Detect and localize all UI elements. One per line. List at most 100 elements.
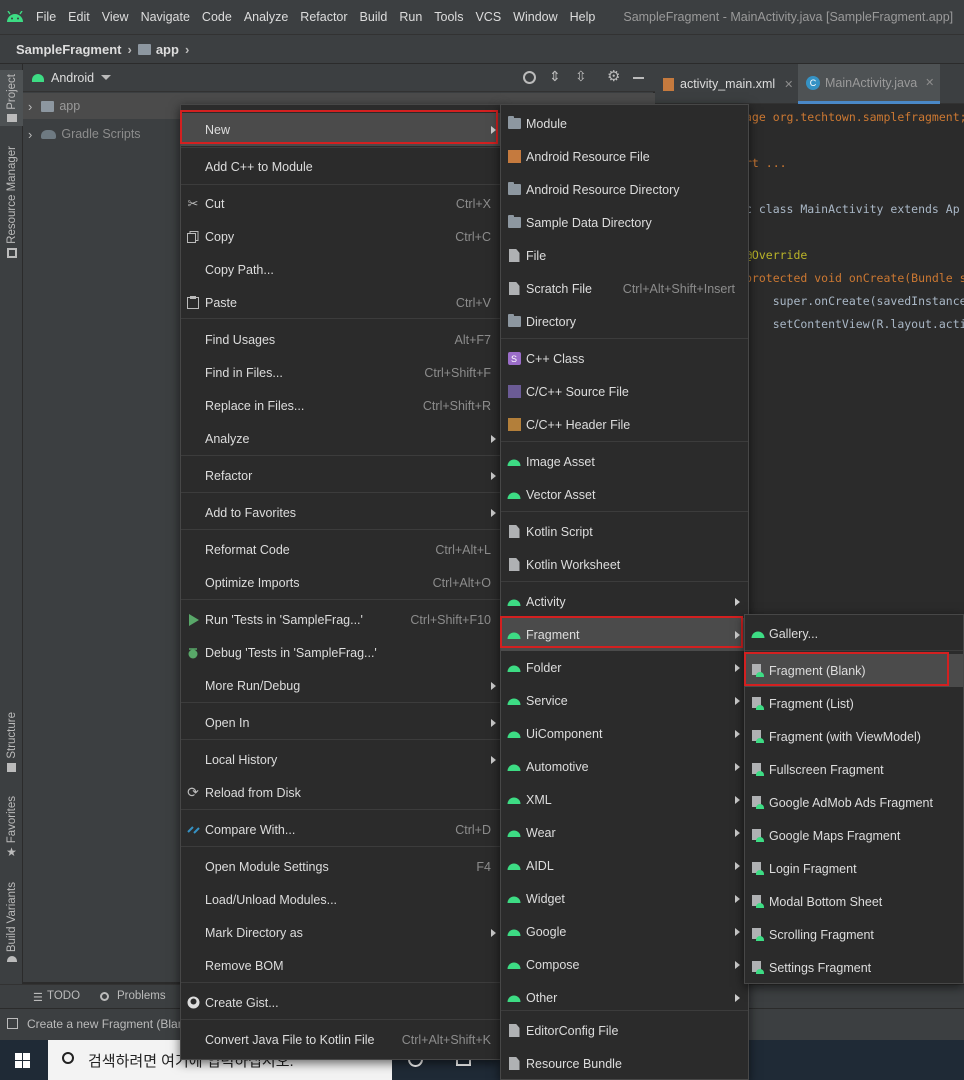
new-menu-item-editorconfig-file[interactable]: EditorConfig File (501, 1014, 748, 1047)
minimize-icon[interactable] (633, 77, 644, 79)
new-menu-item-image-asset[interactable]: Image Asset (501, 445, 748, 478)
new-menu-item-scratch-file[interactable]: Scratch File Ctrl+Alt+Shift+Insert (501, 272, 748, 305)
new-menu-item-kotlin-worksheet[interactable]: Kotlin Worksheet (501, 548, 748, 581)
context-menu-item-paste[interactable]: Paste Ctrl+V (181, 286, 500, 319)
new-menu-item-module[interactable]: Module (501, 107, 748, 140)
context-menu-item-replace-in-files[interactable]: Replace in Files... Ctrl+Shift+R (181, 389, 500, 422)
context-menu-item-copy-path[interactable]: Copy Path... (181, 253, 500, 286)
menu-view[interactable]: View (96, 0, 135, 34)
menu-code[interactable]: Code (196, 0, 238, 34)
menu-tools[interactable]: Tools (428, 0, 469, 34)
context-menu-item-add-c-to-module[interactable]: Add C++ to Module (181, 150, 500, 183)
fragment-menu-item-scrolling-fragment[interactable]: Scrolling Fragment (745, 918, 963, 951)
fragment-menu-item-google-admob-ads-fragment[interactable]: Google AdMob Ads Fragment (745, 786, 963, 819)
new-menu-item-kotlin-script[interactable]: Kotlin Script (501, 515, 748, 548)
menu-run[interactable]: Run (393, 0, 428, 34)
chevron-down-icon[interactable] (101, 75, 112, 80)
new-menu-item-sample-data-directory[interactable]: Sample Data Directory (501, 206, 748, 239)
fragment-menu-item-fragment-list[interactable]: Fragment (List) (745, 687, 963, 720)
tree-item-gradle-scripts[interactable]: › Gradle Scripts (23, 121, 141, 147)
new-menu-item-widget[interactable]: Widget (501, 882, 748, 915)
context-menu-item-run-tests-in-samplefrag[interactable]: Run 'Tests in 'SampleFrag...' Ctrl+Shift+… (181, 603, 500, 636)
context-menu-item-analyze[interactable]: Analyze (181, 422, 500, 455)
new-menu-item-automotive[interactable]: Automotive (501, 750, 748, 783)
collapse-all-icon[interactable]: ⇳ (575, 68, 587, 85)
new-menu-item-other[interactable]: Other (501, 981, 748, 1014)
new-menu-item-fragment[interactable]: Fragment (501, 618, 748, 651)
context-menu-item-find-in-files[interactable]: Find in Files... Ctrl+Shift+F (181, 356, 500, 389)
new-menu-item-aidl[interactable]: AIDL (501, 849, 748, 882)
new-menu-item-c-c-source-file[interactable]: C/C++ Source File (501, 375, 748, 408)
tool-tab-build-variants[interactable]: Build Variants (0, 882, 23, 963)
tab-mainactivity-java[interactable]: C MainActivity.java ✕ (798, 64, 940, 104)
menu-file[interactable]: File (30, 0, 62, 34)
menu-vcs[interactable]: VCS (469, 0, 507, 34)
project-view-selector[interactable]: Android (51, 71, 94, 85)
fragment-menu-item-fullscreen-fragment[interactable]: Fullscreen Fragment (745, 753, 963, 786)
menu-window[interactable]: Window (507, 0, 563, 34)
fragment-menu-item-google-maps-fragment[interactable]: Google Maps Fragment (745, 819, 963, 852)
context-menu-item-find-usages[interactable]: Find Usages Alt+F7 (181, 323, 500, 356)
new-menu-item-activity[interactable]: Activity (501, 585, 748, 618)
context-menu-item-mark-directory-as[interactable]: Mark Directory as (181, 916, 500, 949)
context-menu-item-refactor[interactable]: Refactor (181, 459, 500, 492)
context-menu-item-compare-with[interactable]: Compare With... Ctrl+D (181, 813, 500, 846)
fragment-menu-item-modal-bottom-sheet[interactable]: Modal Bottom Sheet (745, 885, 963, 918)
new-menu-item-resource-bundle[interactable]: Resource Bundle (501, 1047, 748, 1080)
context-menu-item-debug-tests-in-samplefrag[interactable]: Debug 'Tests in 'SampleFrag...' (181, 636, 500, 669)
new-menu-item-file[interactable]: File (501, 239, 748, 272)
fragment-menu-item-gallery[interactable]: Gallery... (745, 617, 963, 650)
new-menu-item-compose[interactable]: Compose (501, 948, 748, 981)
new-menu-item-google[interactable]: Google (501, 915, 748, 948)
breadcrumb-project[interactable]: SampleFragment (16, 42, 121, 57)
context-menu-item-new[interactable]: New (181, 113, 500, 146)
menu-refactor[interactable]: Refactor (294, 0, 353, 34)
context-menu-item-local-history[interactable]: Local History (181, 743, 500, 776)
context-menu-item-copy[interactable]: Copy Ctrl+C (181, 220, 500, 253)
expand-all-icon[interactable]: ⇕ (549, 68, 561, 85)
tool-tab-project[interactable]: Project (0, 70, 23, 126)
gear-icon[interactable]: ⚙ (607, 67, 620, 85)
context-menu-item-add-to-favorites[interactable]: Add to Favorites (181, 496, 500, 529)
fragment-menu-item-fragment-with-viewmodel[interactable]: Fragment (with ViewModel) (745, 720, 963, 753)
context-menu-item-reformat-code[interactable]: Reformat Code Ctrl+Alt+L (181, 533, 500, 566)
menu-help[interactable]: Help (564, 0, 602, 34)
context-menu-item-more-run-debug[interactable]: More Run/Debug (181, 669, 500, 702)
menu-navigate[interactable]: Navigate (135, 0, 196, 34)
menu-edit[interactable]: Edit (62, 0, 96, 34)
new-menu-item-xml[interactable]: XML (501, 783, 748, 816)
context-menu-item-convert-java-file-to-kotlin-file[interactable]: Convert Java File to Kotlin File Ctrl+Alt… (181, 1023, 500, 1056)
tool-tab-todo[interactable]: TODO (47, 990, 80, 1002)
context-menu-item-cut[interactable]: ✂ Cut Ctrl+X (181, 187, 500, 220)
new-menu-item-android-resource-directory[interactable]: Android Resource Directory (501, 173, 748, 206)
context-menu-item-load-unload-modules[interactable]: Load/Unload Modules... (181, 883, 500, 916)
new-menu-item-directory[interactable]: Directory (501, 305, 748, 338)
new-menu-item-uicomponent[interactable]: UiComponent (501, 717, 748, 750)
close-icon[interactable]: ✕ (925, 76, 934, 89)
tool-tab-resource-manager[interactable]: Resource Manager (0, 146, 23, 258)
breadcrumb-module[interactable]: app (156, 42, 179, 57)
tool-tab-favorites[interactable]: Favorites ★ (0, 796, 23, 859)
context-menu-item-create-gist[interactable]: Create Gist... (181, 986, 500, 1019)
menu-analyze[interactable]: Analyze (238, 0, 294, 34)
new-menu-item-wear[interactable]: Wear (501, 816, 748, 849)
new-menu-item-service[interactable]: Service (501, 684, 748, 717)
locate-icon[interactable] (523, 71, 536, 84)
context-menu-item-open-module-settings[interactable]: Open Module Settings F4 (181, 850, 500, 883)
close-icon[interactable]: ✕ (784, 78, 793, 91)
new-menu-item-c-c-header-file[interactable]: C/C++ Header File (501, 408, 748, 441)
fragment-menu-item-fragment-blank[interactable]: Fragment (Blank) (745, 654, 963, 687)
new-menu-item-vector-asset[interactable]: Vector Asset (501, 478, 748, 511)
tool-tab-structure[interactable]: Structure (0, 712, 23, 772)
context-menu-item-remove-bom[interactable]: Remove BOM (181, 949, 500, 982)
context-menu-item-reload-from-disk[interactable]: ⟳ Reload from Disk (181, 776, 500, 809)
tool-tab-problems[interactable]: Problems (117, 990, 166, 1002)
fragment-menu-item-settings-fragment[interactable]: Settings Fragment (745, 951, 963, 984)
tab-activity-main-xml[interactable]: activity_main.xml ✕ (663, 64, 793, 104)
fragment-menu-item-login-fragment[interactable]: Login Fragment (745, 852, 963, 885)
new-menu-item-c-class[interactable]: S C++ Class (501, 342, 748, 375)
new-menu-item-android-resource-file[interactable]: Android Resource File (501, 140, 748, 173)
menu-build[interactable]: Build (354, 0, 394, 34)
context-menu-item-open-in[interactable]: Open In (181, 706, 500, 739)
new-menu-item-folder[interactable]: Folder (501, 651, 748, 684)
